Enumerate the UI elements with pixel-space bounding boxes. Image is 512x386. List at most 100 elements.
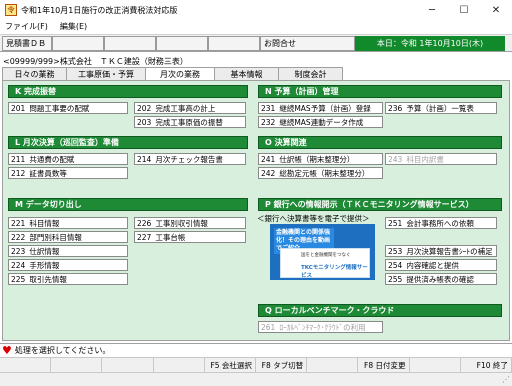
- item-label: 共通費の配賦: [29, 154, 75, 164]
- minimize-button[interactable]: ─: [416, 0, 448, 20]
- section-n-header: N 予算（計画）管理: [258, 85, 502, 98]
- item-label: 会計事務所への依頼: [406, 218, 474, 228]
- section-m-header: M データ切り出し: [8, 198, 248, 211]
- today-date: 本日：令和 1年10月10日(木): [355, 36, 505, 51]
- toolbar-blank-1[interactable]: [52, 36, 104, 51]
- menu-item-236[interactable]: 236 予算（計画）一覧表: [385, 102, 497, 114]
- item-label: 完成工事原価の振替: [155, 117, 223, 127]
- fkey-tab-switch[interactable]: F8 タブ切替: [256, 358, 308, 372]
- menu-item-227[interactable]: 227 工事台帳: [134, 231, 246, 243]
- menu-file[interactable]: ファイル(F): [5, 21, 48, 32]
- monitoring-service-banner[interactable]: 金融機関との関係強化！その理由を動画でご紹介 国をと金融機関をつなぐ TKCモニ…: [270, 224, 375, 280]
- tab-bar: 日々の業務 工事原価・予算 月次の業務 基本情報 制度会計: [2, 67, 510, 81]
- item-label: 提供済み帳表の確認: [406, 274, 474, 284]
- item-number: 253: [388, 246, 403, 256]
- item-label: 取引先情報: [29, 274, 67, 284]
- toolbar-blank-2[interactable]: [104, 36, 156, 51]
- item-label: 工事別収引情報: [155, 218, 208, 228]
- menu-item-251[interactable]: 251 会計事務所への依頼: [385, 217, 497, 229]
- item-number: 225: [11, 274, 26, 284]
- item-number: 231: [261, 103, 276, 113]
- menu-item-221[interactable]: 221 科目情報: [8, 217, 128, 229]
- fkey-9[interactable]: [410, 358, 461, 372]
- menu-item-224[interactable]: 224 手形情報: [8, 259, 128, 271]
- item-number: 232: [261, 117, 276, 127]
- item-label: 総勘定元帳（期末整理分）: [279, 168, 370, 178]
- menu-item-243: 243 科目内訳書: [385, 153, 497, 165]
- function-key-bar: F5 会社選択 F8 タブ切替 F8 日付変更 F10 終了: [0, 357, 512, 372]
- status-message: 処理を選択してください。: [14, 346, 111, 355]
- section-l-header: L 月次決算（巡回監査）準備: [8, 136, 248, 149]
- menu-item-211[interactable]: 211 共通費の配賦: [8, 153, 128, 165]
- item-label: 予算（計画）一覧表: [406, 103, 474, 113]
- resize-grip-icon[interactable]: ⋰: [502, 375, 510, 384]
- menu-item-202[interactable]: 202 完成工事高の計上: [134, 102, 246, 114]
- menu-item-225[interactable]: 225 取引先情報: [8, 273, 128, 285]
- item-label: 科目情報: [29, 218, 60, 228]
- menu-item-203[interactable]: 203 完成工事原価の振替: [134, 116, 246, 128]
- menu-item-231[interactable]: 231 継続MAS予算（計画）登録: [258, 102, 383, 114]
- fkey-exit[interactable]: F10 終了: [461, 358, 512, 372]
- inquiry-button[interactable]: お問合せ: [260, 36, 355, 51]
- fkey-1[interactable]: [0, 358, 52, 372]
- item-label: 仕訳帳（期末整理分）: [279, 154, 355, 164]
- menu-item-241[interactable]: 241 仕訳帳（期末整理分）: [258, 153, 383, 165]
- menu-item-253[interactable]: 253 月次決算報告書ｼｰﾄの補足: [385, 245, 497, 257]
- menu-item-255[interactable]: 255 提供済み帳表の確認: [385, 273, 497, 285]
- item-number: 214: [137, 154, 152, 164]
- fkey-date-change[interactable]: F8 日付変更: [358, 358, 410, 372]
- banner-card: 国をと金融機関をつなぐ TKCモニタリング情報サービス: [280, 248, 370, 279]
- menu-item-212[interactable]: 212 証書員数等: [8, 167, 128, 179]
- tab-institutional-accounting[interactable]: 制度会計: [278, 67, 343, 80]
- fkey-7[interactable]: [307, 358, 359, 372]
- menu-item-223[interactable]: 223 仕訳情報: [8, 245, 128, 257]
- item-number: 243: [388, 154, 403, 164]
- window-title: 令和1年10月1日施行の改正消費税法対応版: [21, 5, 178, 15]
- tab-monthly[interactable]: 月次の業務: [145, 67, 215, 81]
- item-number: 226: [137, 218, 152, 228]
- item-label: 手形情報: [29, 260, 60, 270]
- fkey-3[interactable]: [102, 358, 154, 372]
- close-button[interactable]: ✕: [480, 0, 512, 20]
- toolbar-blank-3[interactable]: [156, 36, 208, 51]
- item-number: 241: [261, 154, 276, 164]
- item-number: 223: [11, 246, 26, 256]
- item-number: 203: [137, 117, 152, 127]
- tab-basic-info[interactable]: 基本情報: [214, 67, 279, 80]
- item-label: 月次決算報告書ｼｰﾄの補足: [406, 246, 493, 256]
- item-label: ﾛｰｶﾙﾍﾞﾝﾁﾏｰｸ･ｸﾗｳﾄﾞの利用: [279, 322, 366, 332]
- toolbar-blank-4[interactable]: [208, 36, 260, 51]
- banner-card-title: TKCモニタリング情報サービス: [301, 265, 368, 279]
- menu-item-232[interactable]: 232 継続MAS連動データ作成: [258, 116, 383, 128]
- item-label: 問題工事要の配賦: [29, 103, 90, 113]
- item-label: 科目内訳書: [406, 154, 444, 164]
- menu-item-242[interactable]: 242 総勘定元帳（期末整理分）: [258, 167, 383, 179]
- fkey-2[interactable]: [51, 358, 103, 372]
- item-number: 251: [388, 218, 403, 228]
- menu-item-201[interactable]: 201 問題工事要の配賦: [8, 102, 128, 114]
- menu-item-254[interactable]: 254 内容確認と提供: [385, 259, 497, 271]
- item-label: 月次チェック報告書: [155, 154, 223, 164]
- item-number: 261: [261, 322, 276, 332]
- menu-item-226[interactable]: 226 工事別収引情報: [134, 217, 246, 229]
- menu-item-222[interactable]: 222 部門別科目情報: [8, 231, 128, 243]
- item-number: 255: [388, 274, 403, 284]
- item-number: 236: [388, 103, 403, 113]
- item-label: 証書員数等: [29, 168, 67, 178]
- item-number: 221: [11, 218, 26, 228]
- estimate-db-button[interactable]: 見積書ＤＢ: [2, 36, 52, 51]
- section-o-header: O 決算関連: [258, 136, 502, 149]
- menu-edit[interactable]: 編集(E): [60, 21, 87, 32]
- menu-item-214[interactable]: 214 月次チェック報告書: [134, 153, 246, 165]
- title-bar: 令 令和1年10月1日施行の改正消費税法対応版 ─ ☐ ✕: [0, 0, 512, 20]
- toolbar: 見積書ＤＢ お問合せ 本日：令和 1年10月10日(木): [0, 34, 512, 52]
- maximize-button[interactable]: ☐: [448, 0, 480, 20]
- tab-cost-budget[interactable]: 工事原価・予算: [66, 67, 146, 80]
- item-number: 222: [11, 232, 26, 242]
- tab-daily[interactable]: 日々の業務: [2, 67, 67, 80]
- fkey-company-select[interactable]: F5 会社選択: [205, 358, 256, 372]
- item-number: 212: [11, 168, 26, 178]
- item-number: 201: [11, 103, 26, 113]
- fkey-4[interactable]: [154, 358, 205, 372]
- menu-bar: ファイル(F) 編集(E): [0, 20, 512, 33]
